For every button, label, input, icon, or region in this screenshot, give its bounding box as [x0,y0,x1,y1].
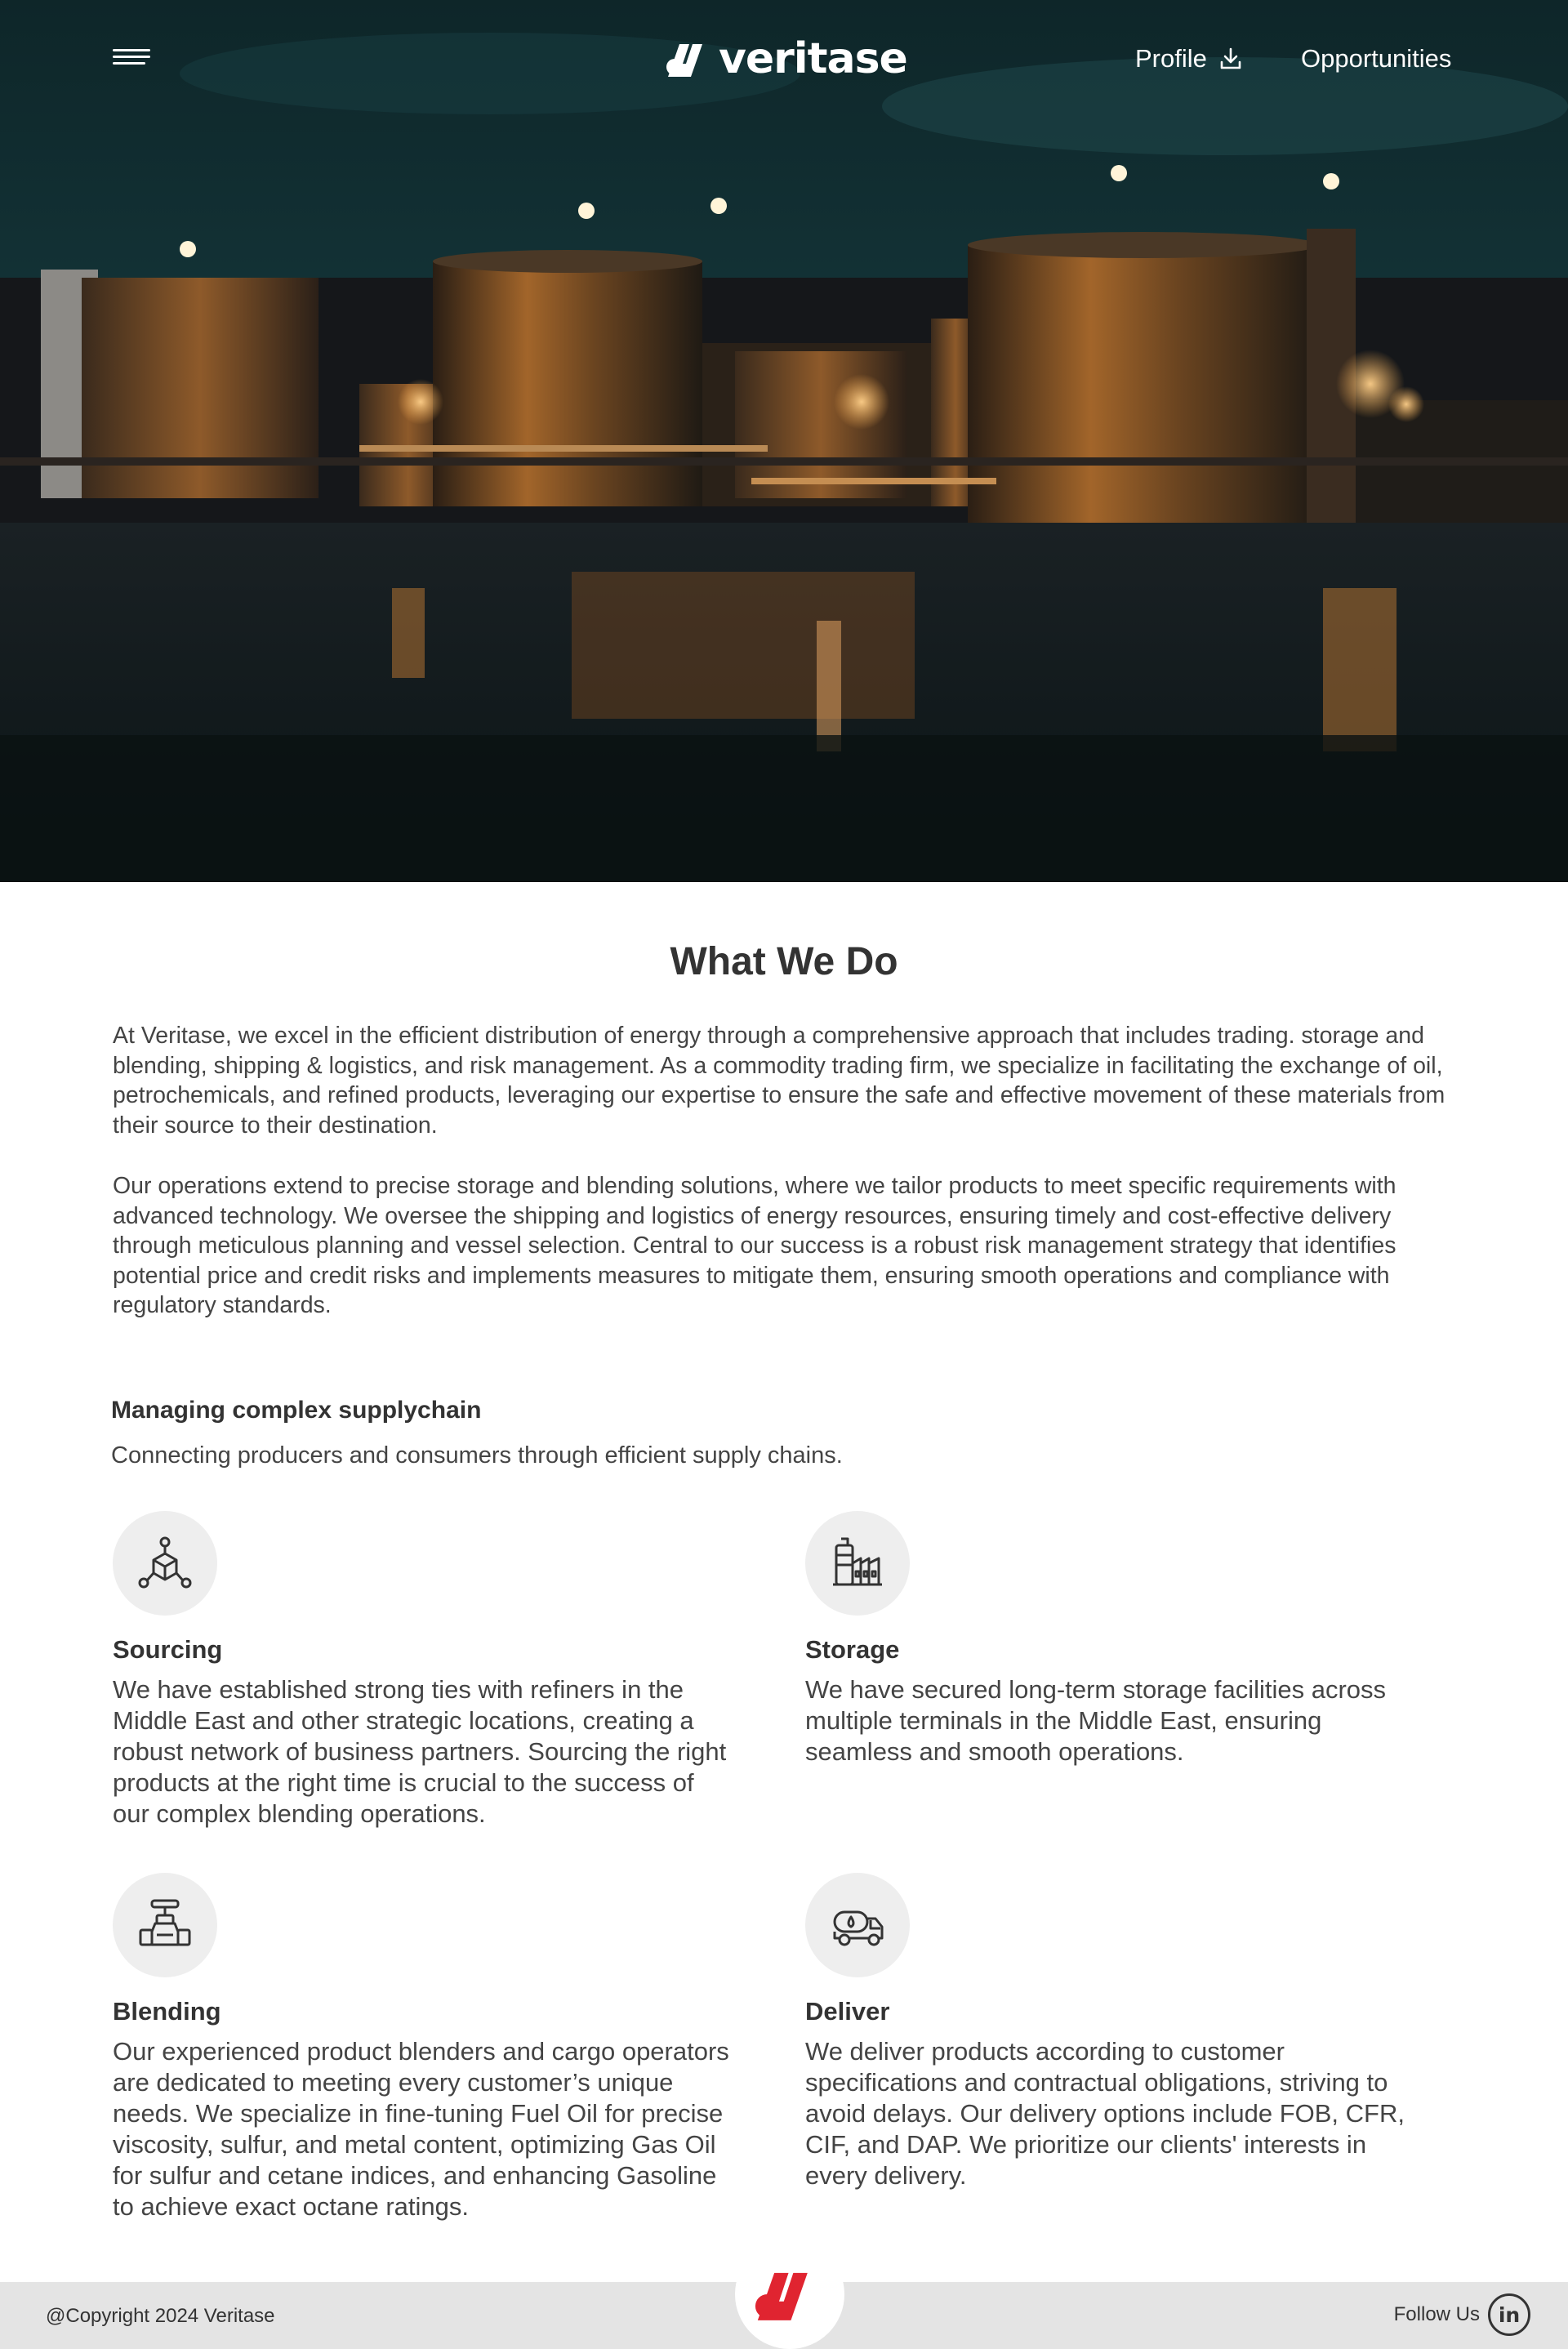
page-title: What We Do [670,940,898,983]
follow-us-linkedin[interactable]: Follow Us in [1394,2293,1530,2336]
hero-banner: veritase Profile Opportunities [0,0,1568,882]
intro-paragraph: At Veritase, we excel in the efficient d… [113,1023,1446,1139]
feature-blending: Blending Our experienced product blender… [113,1873,733,2222]
logo-text: veritase [719,34,908,83]
feature-title: Sourcing [113,1635,223,1664]
feature-description: We have secured long-term storage facili… [805,1675,1387,1766]
feature-deliver: Deliver We deliver products according to… [805,1873,1426,2191]
feature-title: Blending [113,1997,221,2026]
feature-title: Deliver [805,1997,890,2026]
storage-facility-icon [805,1511,910,1616]
supply-subtext: Connecting producers and consumers throu… [111,1442,843,1469]
profile-download-link[interactable]: Profile [1135,44,1243,74]
logo-mark-icon [666,44,702,77]
feature-description: Our experienced product blenders and car… [113,2037,729,2221]
top-navigation: veritase Profile Opportunities [0,0,1568,123]
opportunities-link[interactable]: Opportunities [1301,44,1451,74]
logo-mark-icon [755,2272,808,2320]
feature-sourcing: Sourcing We have established strong ties… [113,1511,733,1830]
feature-title: Storage [805,1635,900,1664]
tanker-truck-icon [805,1873,910,1977]
feature-description: We deliver products according to custome… [805,2037,1405,2190]
valve-pipe-icon [113,1873,217,1977]
hero-image [0,0,1568,882]
follow-us-label: Follow Us [1393,2303,1480,2325]
linkedin-icon: in [1488,2293,1530,2336]
profile-label: Profile [1135,44,1207,73]
feature-description: We have established strong ties with ref… [113,1675,727,1828]
supply-heading: Managing complex supplychain [111,1397,482,1424]
copyright-text: @Copyright 2024 Veritase [46,2305,275,2327]
operations-paragraph: Our operations extend to precise storage… [113,1173,1396,1318]
hamburger-menu-icon[interactable] [113,49,154,72]
footer-logo-badge [735,2240,844,2349]
network-cube-icon [113,1511,217,1616]
download-icon [1220,47,1241,69]
logo[interactable]: veritase [665,34,908,83]
feature-storage: Storage We have secured long-term storag… [805,1511,1426,1767]
